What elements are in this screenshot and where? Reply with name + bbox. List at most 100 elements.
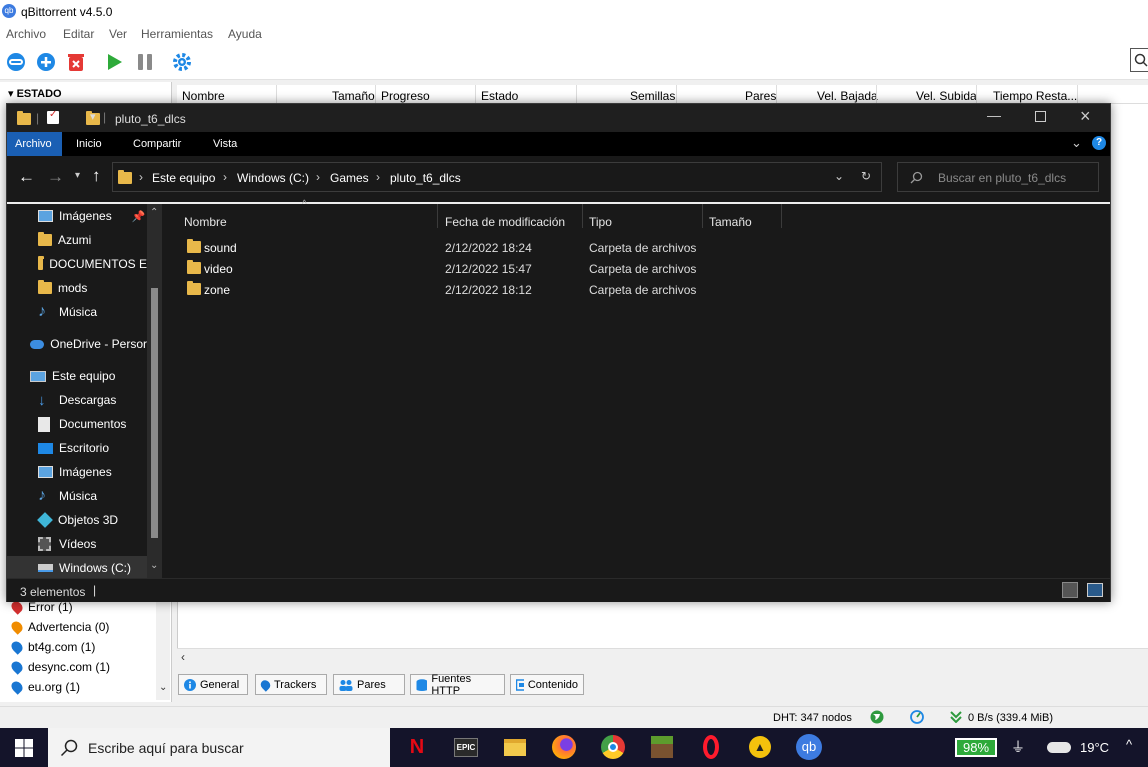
tray-chevron-up-icon[interactable]: ^ <box>1126 737 1132 752</box>
menu-editar[interactable]: Editar <box>63 27 94 41</box>
nav-item-musica-quick[interactable]: ♪ Música <box>7 300 147 324</box>
tab-general[interactable]: General <box>178 674 248 695</box>
nav-item-documentos[interactable]: Documentos <box>7 412 147 436</box>
breadcrumb-windows-c[interactable]: Windows (C:) <box>237 171 309 185</box>
properties-icon[interactable]: ✓ <box>47 109 59 124</box>
address-bar[interactable]: › Este equipo › Windows (C:) › Games › p… <box>112 162 882 192</box>
file-row[interactable]: zone 2/12/2022 18:12 Carpeta de archivos <box>164 279 1110 300</box>
tracker-item-bt4g[interactable]: bt4g.com (1) <box>9 637 95 657</box>
tab-contenido[interactable]: Contenido <box>510 674 584 695</box>
tab-trackers[interactable]: Trackers <box>255 674 327 695</box>
tab-pares[interactable]: Pares <box>333 674 405 695</box>
weather-cloud-icon[interactable] <box>1047 742 1071 753</box>
tracker-item-warning[interactable]: Advertencia (0) <box>9 617 109 637</box>
nav-item-azumi[interactable]: Azumi <box>7 228 147 252</box>
ribbon-tab-inicio[interactable]: Inicio <box>76 138 102 150</box>
col-semillas[interactable]: Semillas <box>630 89 675 103</box>
minimize-icon[interactable]: — <box>987 107 1001 123</box>
nav-item-descargas[interactable]: ↓ Descargas <box>7 388 147 412</box>
col-nombre[interactable]: Nombre <box>182 89 225 103</box>
speed-limit-icon[interactable] <box>910 710 924 724</box>
nav-scrollbar[interactable]: ⌃ ⌄ <box>147 204 162 578</box>
nav-item-objetos-3d[interactable]: Objetos 3D <box>7 508 147 532</box>
start-button[interactable] <box>0 728 48 767</box>
nav-item-musica[interactable]: ♪ Música <box>7 484 147 508</box>
col-tamano[interactable]: Tamaño <box>332 89 375 103</box>
tracker-item-desync[interactable]: desync.com (1) <box>9 657 110 677</box>
menu-archivo[interactable]: Archivo <box>6 27 46 41</box>
pause-button[interactable] <box>133 50 157 74</box>
address-dropdown-icon[interactable]: ⌄ <box>834 169 844 183</box>
power-plug-icon[interactable]: ⏚ <box>1011 737 1025 757</box>
nav-item-documentos-e[interactable]: DOCUMENTOS E <box>7 252 147 276</box>
details-view-icon[interactable] <box>1062 582 1078 598</box>
large-icons-view-icon[interactable] <box>1087 583 1103 597</box>
options-button[interactable] <box>170 50 194 74</box>
nav-item-imagenes[interactable]: Imágenes <box>7 460 147 484</box>
temperature[interactable]: 19°C <box>1080 740 1109 755</box>
nav-item-mods[interactable]: mods <box>7 276 147 300</box>
epic-games-icon[interactable]: EPIC <box>451 732 481 762</box>
nav-item-videos[interactable]: Vídeos <box>7 532 147 556</box>
opera-icon[interactable] <box>696 732 726 762</box>
minecraft-icon[interactable] <box>647 732 677 762</box>
expand-ribbon-icon[interactable]: ⌄ <box>1071 135 1082 151</box>
netflix-icon[interactable]: N <box>402 732 432 762</box>
file-row[interactable]: video 2/12/2022 15:47 Carpeta de archivo… <box>164 258 1110 279</box>
add-torrent-link-button[interactable] <box>4 50 28 74</box>
firefox-icon[interactable] <box>549 732 579 762</box>
tracker-item-euorg[interactable]: eu.org (1) <box>9 677 80 697</box>
recent-locations-icon[interactable]: ▾ <box>75 170 80 181</box>
file-explorer-icon[interactable] <box>500 732 530 762</box>
col-nombre[interactable]: Nombre <box>184 215 227 229</box>
col-tamano[interactable]: Tamaño <box>709 215 752 229</box>
resume-button[interactable] <box>102 50 126 74</box>
status-filter-header[interactable]: ▾ ESTADO <box>8 87 62 100</box>
up-arrow-icon[interactable]: ↑ <box>92 166 101 186</box>
warning-app-icon[interactable]: ▲ <box>745 732 775 762</box>
nav-item-escritorio[interactable]: Escritorio <box>7 436 147 460</box>
explorer-search-input[interactable]: Buscar en pluto_t6_dlcs <box>897 162 1099 192</box>
torrent-search-input[interactable] <box>1130 48 1148 72</box>
nav-item-este-equipo[interactable]: Este equipo <box>7 364 147 388</box>
battery-indicator[interactable]: 98% <box>955 738 997 757</box>
delete-torrent-button[interactable] <box>64 50 88 74</box>
nav-item-onedrive[interactable]: OneDrive - Persor <box>7 332 147 356</box>
scroll-up-icon[interactable]: ⌃ <box>150 207 158 218</box>
col-estado[interactable]: Estado <box>481 89 518 103</box>
filter-panel-scrollbar[interactable]: ⌄ <box>156 600 170 700</box>
nav-item-windows-c[interactable]: Windows (C:) <box>7 556 147 580</box>
breadcrumb-current[interactable]: pluto_t6_dlcs <box>390 171 461 185</box>
add-torrent-button[interactable] <box>34 50 58 74</box>
col-tiempo-restante[interactable]: Tiempo Resta... <box>993 89 1077 103</box>
breadcrumb-games[interactable]: Games <box>330 171 369 185</box>
file-row[interactable]: sound 2/12/2022 18:24 Carpeta de archivo… <box>164 237 1110 258</box>
breadcrumb-este-equipo[interactable]: Este equipo <box>152 171 215 185</box>
ribbon-tab-archivo[interactable]: Archivo <box>15 138 52 150</box>
nav-scroll-thumb[interactable] <box>151 288 158 538</box>
quick-access-dropdown-icon[interactable]: ▾ <box>90 110 96 123</box>
col-progreso[interactable]: Progreso <box>381 89 430 103</box>
help-icon[interactable]: ? <box>1092 136 1106 150</box>
back-arrow-icon[interactable]: ← <box>18 167 35 187</box>
refresh-icon[interactable]: ↻ <box>861 169 871 183</box>
torrent-list-hscrollbar[interactable]: ‹ <box>177 648 1148 666</box>
col-vel-subida[interactable]: Vel. Subida <box>916 89 977 103</box>
tab-fuentes-http[interactable]: Fuentes HTTP <box>410 673 505 697</box>
col-tipo[interactable]: Tipo <box>589 215 612 229</box>
qbittorrent-icon[interactable]: qb <box>794 732 824 762</box>
col-vel-bajada[interactable]: Vel. Bajada <box>817 89 878 103</box>
nav-item-imagenes-quick[interactable]: Imágenes 📌 <box>7 204 147 228</box>
menu-ayuda[interactable]: Ayuda <box>228 27 262 41</box>
ribbon-tab-vista[interactable]: Vista <box>213 138 237 150</box>
menu-ver[interactable]: Ver <box>109 27 127 41</box>
col-fecha[interactable]: Fecha de modificación <box>445 215 565 229</box>
col-pares[interactable]: Pares <box>745 89 776 103</box>
pin-icon[interactable]: 📌 <box>132 210 146 223</box>
ribbon-tab-compartir[interactable]: Compartir <box>133 138 181 150</box>
chrome-icon[interactable] <box>598 732 628 762</box>
maximize-icon[interactable] <box>1035 111 1046 122</box>
taskbar-search-input[interactable]: Escribe aquí para buscar <box>48 728 390 767</box>
menu-herramientas[interactable]: Herramientas <box>141 27 213 41</box>
close-icon[interactable]: × <box>1080 106 1091 127</box>
